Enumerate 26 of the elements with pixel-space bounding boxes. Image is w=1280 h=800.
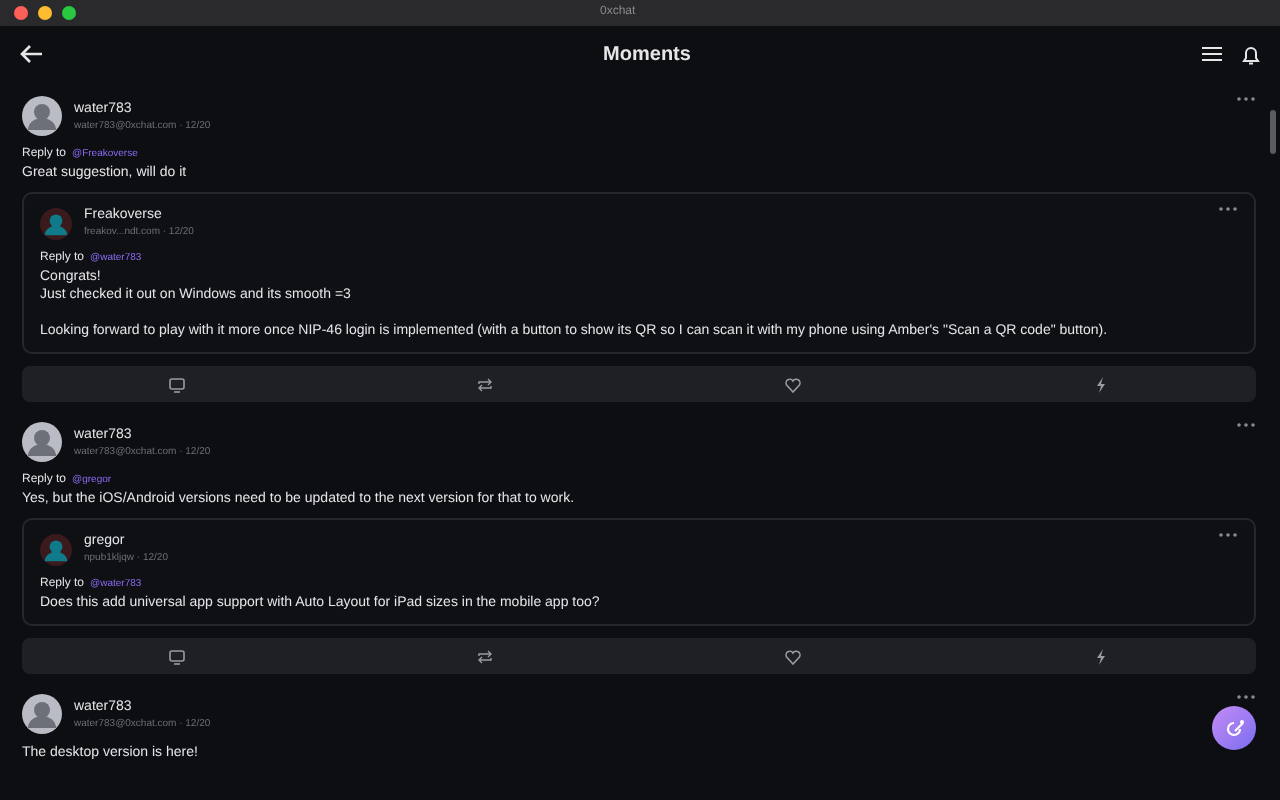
repost-icon[interactable] bbox=[475, 647, 494, 665]
compose-button[interactable] bbox=[1212, 706, 1256, 750]
avatar[interactable] bbox=[22, 694, 62, 734]
close-button[interactable] bbox=[14, 6, 28, 20]
avatar[interactable] bbox=[22, 422, 62, 462]
lightning-icon[interactable] bbox=[1092, 647, 1111, 665]
repost-icon[interactable] bbox=[475, 375, 494, 393]
lightning-icon[interactable] bbox=[1092, 375, 1111, 393]
more-icon[interactable] bbox=[1236, 694, 1256, 700]
avatar[interactable] bbox=[22, 96, 62, 136]
scrollbar[interactable] bbox=[1270, 110, 1276, 154]
minimize-button[interactable] bbox=[38, 6, 52, 20]
compose-icon bbox=[1223, 717, 1245, 739]
menu-icon[interactable] bbox=[1202, 46, 1222, 62]
comment-icon[interactable] bbox=[167, 647, 186, 665]
comment-icon[interactable] bbox=[167, 375, 186, 393]
back-icon[interactable] bbox=[20, 44, 44, 64]
notification-icon[interactable] bbox=[1242, 43, 1260, 65]
page-title: Moments bbox=[603, 41, 691, 69]
more-icon[interactable] bbox=[1236, 96, 1256, 102]
heart-icon[interactable] bbox=[784, 375, 803, 393]
zoom-button[interactable] bbox=[62, 6, 76, 20]
more-icon[interactable] bbox=[1218, 532, 1238, 538]
heart-icon[interactable] bbox=[784, 647, 803, 665]
more-icon[interactable] bbox=[1218, 206, 1238, 212]
more-icon[interactable] bbox=[1236, 422, 1256, 428]
